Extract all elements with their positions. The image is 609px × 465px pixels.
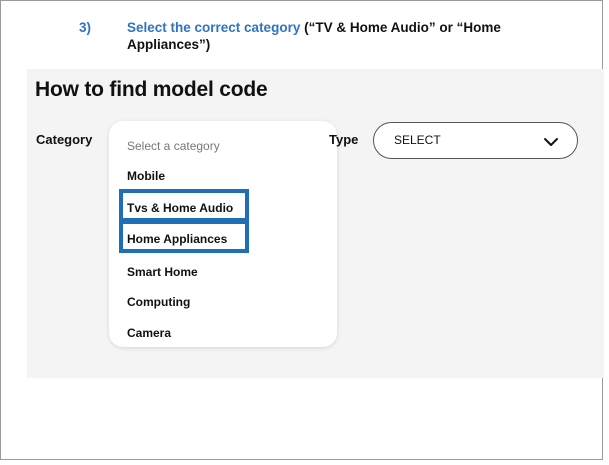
category-dropdown[interactable]: Select a category Mobile Tvs & Home Audi…	[109, 121, 337, 347]
type-select[interactable]: SELECT	[373, 122, 578, 159]
chevron-down-icon	[543, 134, 559, 150]
highlight-box-tvs-home-audio	[119, 189, 249, 222]
instruction-text: 3) Select the correct category (“TV & Hom…	[79, 19, 579, 53]
category-option-smart-home[interactable]: Smart Home	[127, 265, 198, 279]
slide: 3) Select the correct category (“TV & Hom…	[0, 0, 604, 460]
category-option-mobile[interactable]: Mobile	[127, 169, 165, 183]
instruction-highlight: Select the correct category	[127, 20, 301, 35]
page-title: How to find model code	[35, 78, 268, 101]
category-option-computing[interactable]: Computing	[127, 295, 190, 309]
type-label: Type	[329, 132, 359, 147]
instruction-rest-line1: (“TV & Home Audio” or “Home	[300, 20, 501, 35]
category-label: Category	[36, 132, 93, 147]
instruction-rest-line2: Appliances”)	[127, 37, 211, 52]
type-select-value: SELECT	[394, 133, 441, 147]
category-option-camera[interactable]: Camera	[127, 326, 171, 340]
step-number: 3)	[79, 20, 92, 35]
category-placeholder: Select a category	[127, 139, 220, 153]
highlight-box-home-appliances	[119, 220, 249, 253]
model-code-panel: How to find model code Category Select a…	[27, 69, 604, 378]
